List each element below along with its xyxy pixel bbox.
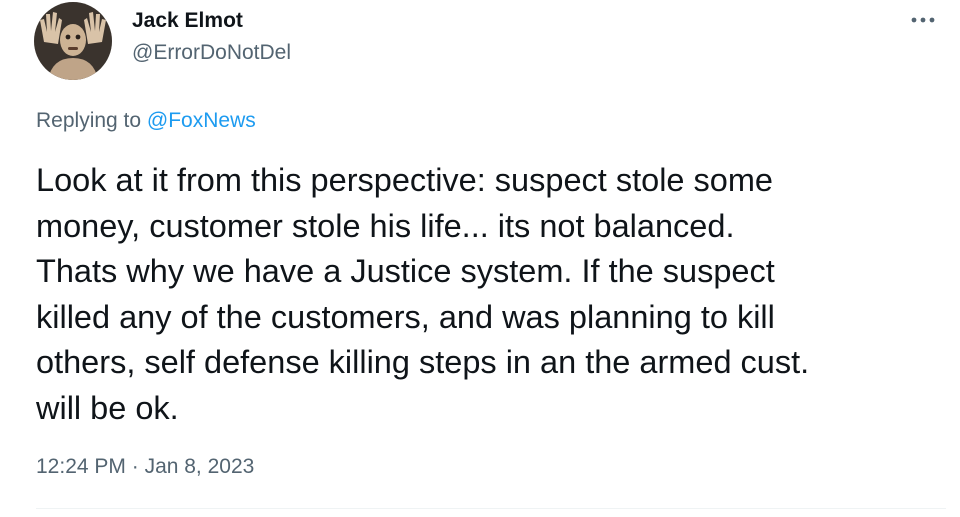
tweet-card: Jack Elmot @ErrorDoNotDel Replying to @F… bbox=[0, 0, 960, 517]
more-horizontal-icon bbox=[911, 17, 935, 23]
user-handle[interactable]: @ErrorDoNotDel bbox=[132, 40, 291, 66]
tweet-time-link[interactable]: 12:24 PM bbox=[36, 455, 126, 478]
more-options-button[interactable] bbox=[908, 8, 938, 32]
avatar[interactable] bbox=[34, 2, 112, 80]
reply-mention-link[interactable]: @FoxNews bbox=[147, 109, 256, 132]
replying-to-label: Replying to bbox=[36, 109, 147, 132]
replying-to-line: Replying to @FoxNews bbox=[36, 108, 256, 134]
divider bbox=[36, 508, 946, 509]
display-name[interactable]: Jack Elmot bbox=[132, 8, 291, 34]
author-block: Jack Elmot @ErrorDoNotDel bbox=[132, 8, 291, 66]
timestamp-separator: · bbox=[125, 455, 145, 478]
tweet-timestamp: 12:24 PM · Jan 8, 2023 bbox=[36, 454, 254, 480]
tweet-date-link[interactable]: Jan 8, 2023 bbox=[145, 455, 255, 478]
tweet-text: Look at it from this perspective: suspec… bbox=[36, 162, 810, 426]
user-avatar-icon bbox=[34, 2, 112, 80]
